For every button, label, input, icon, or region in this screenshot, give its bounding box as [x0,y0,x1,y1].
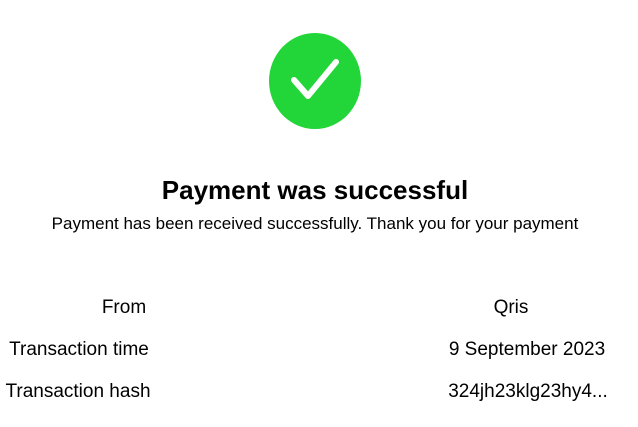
detail-label-from: From [101,297,147,318]
page-title: Payment was successful [161,175,469,205]
detail-value-transaction-time: 9 September 2023 [448,339,606,360]
detail-label-transaction-hash: Transaction hash [5,381,151,402]
detail-value-from: Qris [493,297,529,318]
success-check-icon [269,33,361,129]
detail-value-transaction-hash: 324jh23klg23hy4... [448,381,608,402]
checkmark-icon [291,59,339,99]
detail-label-transaction-time: Transaction time [9,339,149,360]
success-message: Payment has been received successfully. … [51,214,579,233]
